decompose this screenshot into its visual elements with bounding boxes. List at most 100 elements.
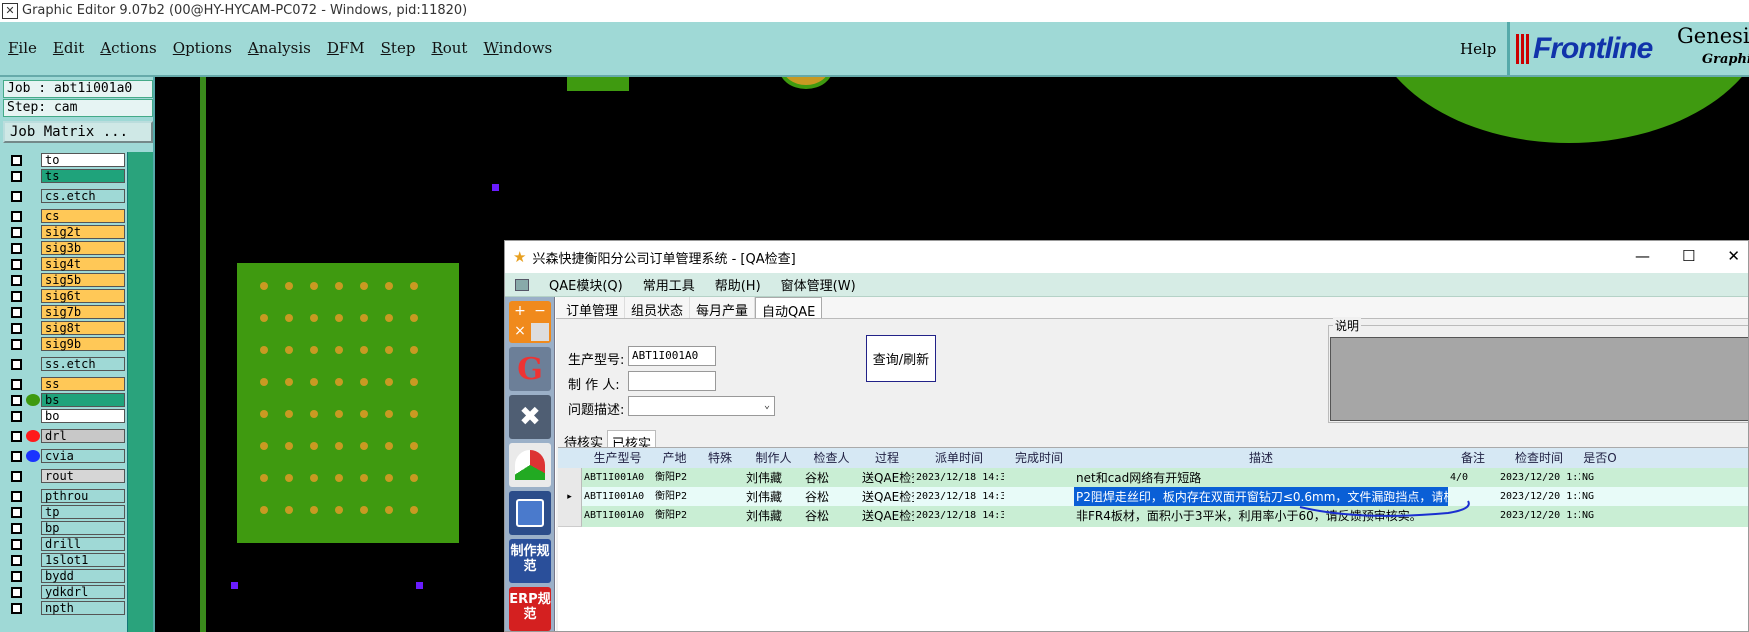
layer-name[interactable]: drill <box>41 537 125 551</box>
grid-cell-process[interactable]: 送QAE检查 <box>860 487 914 508</box>
grid-cell-checker[interactable]: 谷松 <box>803 487 860 508</box>
column-header[interactable]: 检查人 <box>803 448 860 469</box>
layer-checkbox[interactable] <box>11 587 22 598</box>
grid-cell-check-time[interactable]: 2023/12/20 1:28 <box>1498 506 1580 527</box>
layer-checkbox[interactable] <box>11 243 22 254</box>
layer-name[interactable]: drl <box>41 429 125 443</box>
layer-row[interactable]: 1slot1 <box>3 552 126 568</box>
menu-actions[interactable]: Actions <box>100 39 156 57</box>
layer-name[interactable]: ss.etch <box>41 357 125 371</box>
table-row[interactable]: ABT1I001A0衡阳P2 刘伟藏谷松送QAE检查2023/12/18 14:3… <box>558 468 1748 489</box>
issue-select[interactable]: ⌄ <box>628 396 775 416</box>
layer-checkbox[interactable] <box>11 323 22 334</box>
layer-checkbox[interactable] <box>11 555 22 566</box>
grid-cell-desc[interactable]: net和cad网络有开短路 <box>1074 468 1448 489</box>
menu-options[interactable]: Options <box>173 39 232 57</box>
layer-name[interactable]: cvia <box>41 449 125 463</box>
layer-checkbox[interactable] <box>11 491 22 502</box>
grid-cell-checker[interactable]: 谷松 <box>803 506 860 527</box>
layer-row[interactable]: pthrou <box>3 488 126 504</box>
layer-row[interactable]: bs <box>3 392 126 408</box>
grid-cell-site[interactable]: 衡阳P2 <box>653 506 696 527</box>
grid-cell-ok[interactable]: NG <box>1580 487 1620 508</box>
grid-cell-ok[interactable]: NG <box>1580 468 1620 489</box>
layer-row[interactable]: npth <box>3 600 126 616</box>
query-refresh-button[interactable]: 查询/刷新 <box>866 335 936 382</box>
grid-cell-model[interactable]: ABT1I001A0 <box>582 506 653 527</box>
grid-cell-check-time[interactable]: 2023/12/20 1:28 <box>1498 468 1580 489</box>
qa-menu-tools[interactable]: 常用工具 <box>643 275 695 294</box>
layer-name[interactable]: sig3b <box>41 241 125 255</box>
column-header[interactable]: 完成时间 <box>1004 448 1074 469</box>
column-header[interactable]: 制作人 <box>744 448 803 469</box>
column-header[interactable]: 派单时间 <box>914 448 1004 469</box>
grid-cell-special[interactable] <box>696 487 744 508</box>
qa-menu-window[interactable]: 窗体管理(W) <box>781 275 856 294</box>
layer-checkbox[interactable] <box>11 451 22 462</box>
layer-name[interactable]: rout <box>41 469 125 483</box>
menu-step[interactable]: Step <box>381 39 416 57</box>
erp-rule-button[interactable]: ERP规范 <box>509 587 551 631</box>
tab-monthly-output[interactable]: 每月产量 <box>690 297 756 319</box>
job-matrix-button[interactable]: Job Matrix ... <box>3 121 153 143</box>
layer-name[interactable]: ts <box>41 169 125 183</box>
layer-checkbox[interactable] <box>11 227 22 238</box>
grid-cell-finish[interactable] <box>1004 506 1074 527</box>
layer-row[interactable]: sig4t <box>3 256 126 272</box>
layer-name[interactable]: sig7b <box>41 305 125 319</box>
layer-name[interactable]: 1slot1 <box>41 553 125 567</box>
menu-file[interactable]: File <box>8 39 37 57</box>
layer-checkbox[interactable] <box>11 359 22 370</box>
layer-row[interactable]: sig5b <box>3 272 126 288</box>
layer-checkbox[interactable] <box>11 507 22 518</box>
qa-menu-qae[interactable]: QAE模块(Q) <box>549 275 623 294</box>
grid-cell-model[interactable]: ABT1I001A0 <box>582 468 653 489</box>
save-button[interactable] <box>509 491 551 535</box>
layer-checkbox[interactable] <box>11 431 22 442</box>
menu-edit[interactable]: Edit <box>53 39 84 57</box>
layer-checkbox[interactable] <box>11 155 22 166</box>
layer-name[interactable]: sig5b <box>41 273 125 287</box>
grid-cell-ok[interactable]: NG <box>1580 506 1620 527</box>
layer-row[interactable]: sig3b <box>3 240 126 256</box>
layer-name[interactable]: sig9b <box>41 337 125 351</box>
menu-windows[interactable]: Windows <box>483 39 552 57</box>
layer-name[interactable]: sig6t <box>41 289 125 303</box>
layer-name[interactable]: ydkdrl <box>41 585 125 599</box>
layer-row[interactable]: bp <box>3 520 126 536</box>
grid-cell-process[interactable]: 送QAE检查 <box>860 506 914 527</box>
layer-checkbox[interactable] <box>11 411 22 422</box>
qa-menu-help[interactable]: 帮助(H) <box>715 275 761 294</box>
layer-name[interactable]: bp <box>41 521 125 535</box>
layer-row[interactable]: sig9b <box>3 336 126 352</box>
grid-cell-special[interactable] <box>696 468 744 489</box>
row-header[interactable] <box>558 468 582 489</box>
umbrella-button[interactable] <box>509 443 551 487</box>
grid-cell-process[interactable]: 送QAE检查 <box>860 468 914 489</box>
table-row[interactable]: ABT1I001A0衡阳P2 刘伟藏谷松送QAE检查2023/12/18 14:3… <box>558 506 1748 527</box>
layer-name[interactable]: bo <box>41 409 125 423</box>
tab-order-mgmt[interactable]: 订单管理 <box>560 297 626 319</box>
layer-row[interactable]: sig8t <box>3 320 126 336</box>
layer-checkbox[interactable] <box>11 259 22 270</box>
layer-checkbox[interactable] <box>11 395 22 406</box>
layer-row[interactable]: ss.etch <box>3 356 126 372</box>
grid-cell-site[interactable]: 衡阳P2 <box>653 468 696 489</box>
table-row[interactable]: ▸ABT1I001A0衡阳P2 刘伟藏谷松送QAE检查2023/12/18 14:… <box>558 487 1748 508</box>
layer-checkbox[interactable] <box>11 379 22 390</box>
model-input[interactable]: ABT1I001A0 <box>628 346 716 366</box>
minimize-button[interactable]: — <box>1635 247 1650 265</box>
layer-row[interactable]: bydd <box>3 568 126 584</box>
tab-auto-qae[interactable]: 自动QAE <box>755 297 823 320</box>
layer-row[interactable]: sig6t <box>3 288 126 304</box>
layer-checkbox[interactable] <box>11 339 22 350</box>
grid-cell-remark[interactable]: 4/0 <box>1448 468 1498 489</box>
layer-row[interactable]: drl <box>3 428 126 444</box>
layer-row[interactable]: sig7b <box>3 304 126 320</box>
layer-name[interactable]: sig2t <box>41 225 125 239</box>
layer-row[interactable]: cs.etch <box>3 188 126 204</box>
layer-name[interactable]: sig8t <box>41 321 125 335</box>
column-header[interactable]: 生产型号 <box>582 448 653 469</box>
genesis-launch-button[interactable]: G <box>509 347 551 391</box>
column-header[interactable]: 过程 <box>860 448 914 469</box>
